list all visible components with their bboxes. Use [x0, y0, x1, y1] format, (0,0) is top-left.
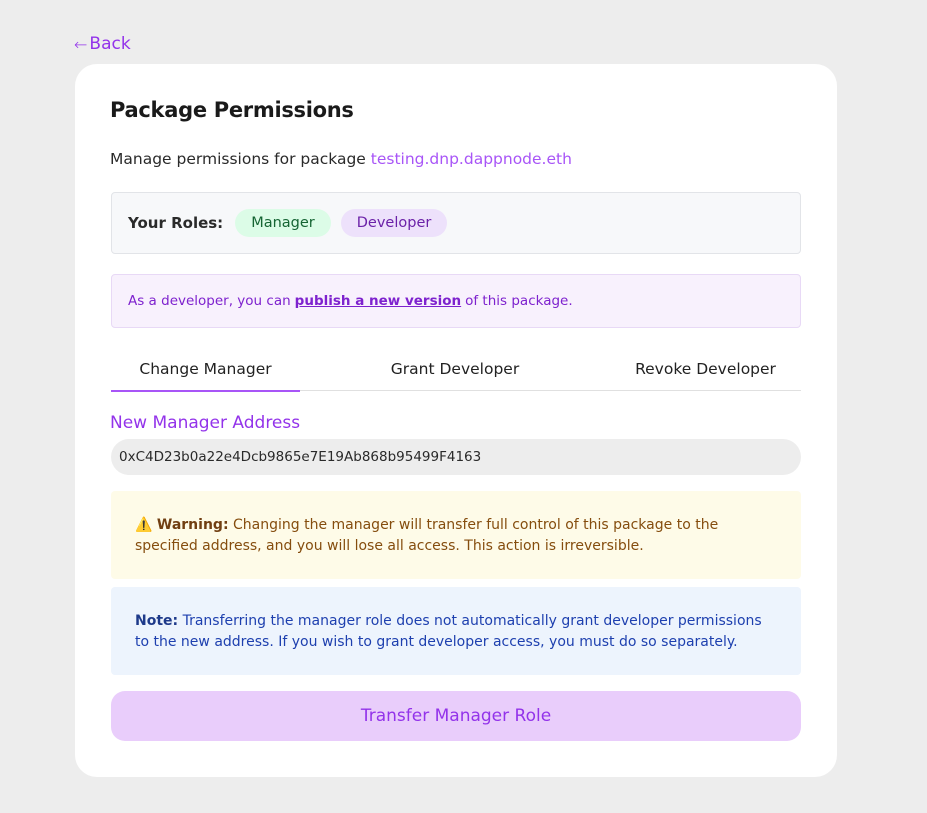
- publish-version-link[interactable]: publish a new version: [295, 293, 461, 309]
- back-label: Back: [89, 34, 131, 54]
- transfer-manager-role-button[interactable]: Transfer Manager Role: [111, 691, 801, 741]
- back-link[interactable]: ← Back: [74, 34, 131, 54]
- warning-title: Warning:: [156, 517, 229, 533]
- new-manager-address-input[interactable]: [111, 439, 801, 475]
- manager-role-badge: Manager: [235, 209, 331, 237]
- permission-tabs: Change Manager Grant Developer Revoke De…: [111, 346, 801, 392]
- warning-icon: ⚠️: [135, 517, 153, 533]
- subtitle-text: Manage permissions for package: [110, 150, 366, 168]
- info-prefix: As a developer, you can: [128, 293, 291, 309]
- note-text: Transferring the manager role does not a…: [135, 613, 762, 650]
- developer-role-badge: Developer: [340, 209, 448, 237]
- developer-info-box: As a developer, you can publish a new ve…: [111, 274, 801, 328]
- page-title: Package Permissions: [110, 98, 354, 122]
- permissions-card: Package Permissions Manage permissions f…: [75, 64, 837, 777]
- info-suffix: of this package.: [465, 293, 573, 309]
- note-box: Note: Transferring the manager role does…: [111, 587, 801, 675]
- roles-box: Your Roles: Manager Developer: [111, 192, 801, 254]
- page-subtitle: Manage permissions for package testing.d…: [110, 150, 572, 168]
- roles-label: Your Roles:: [128, 214, 224, 232]
- warning-box: ⚠️ Warning: Changing the manager will tr…: [111, 491, 801, 579]
- new-manager-address-label: New Manager Address: [110, 413, 301, 433]
- tab-grant-developer[interactable]: Grant Developer: [300, 346, 610, 391]
- arrow-left-icon: ←: [74, 34, 88, 54]
- package-name: testing.dnp.dappnode.eth: [370, 150, 572, 168]
- tab-revoke-developer[interactable]: Revoke Developer: [610, 346, 801, 391]
- tab-change-manager[interactable]: Change Manager: [111, 346, 300, 392]
- note-title: Note:: [135, 613, 179, 629]
